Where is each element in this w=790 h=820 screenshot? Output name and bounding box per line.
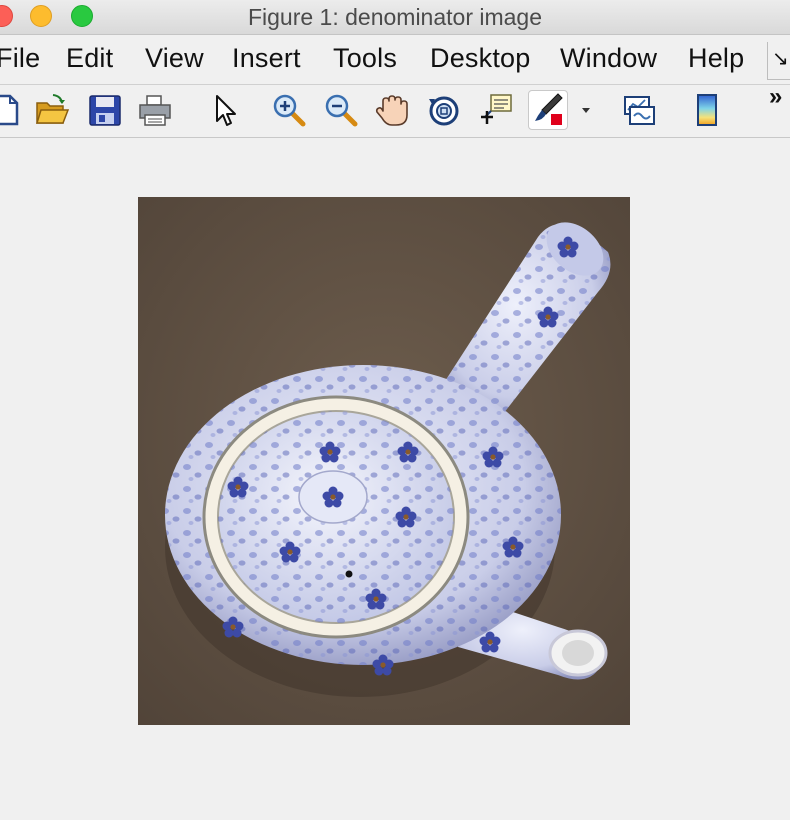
insert-colorbar-icon: [697, 94, 717, 126]
save-button[interactable]: [86, 91, 124, 129]
menu-view[interactable]: View: [145, 43, 204, 74]
menu-tools[interactable]: Tools: [333, 43, 397, 74]
teapot-image[interactable]: [138, 197, 630, 725]
menu-edit[interactable]: Edit: [66, 43, 113, 74]
zoom-in-button[interactable]: [270, 91, 308, 129]
zoom-out-icon: [325, 94, 358, 127]
rotate-3d-button[interactable]: [425, 91, 463, 129]
zoom-in-icon: [273, 94, 306, 127]
link-plot-icon: [624, 96, 655, 125]
insert-colorbar-button[interactable]: [688, 91, 726, 129]
zoom-out-button[interactable]: [322, 91, 360, 129]
rotate-3d-icon: [429, 96, 459, 126]
toolbar-overflow-chevron[interactable]: »: [769, 83, 782, 111]
menu-help[interactable]: Help: [688, 43, 744, 74]
new-figure-icon: [0, 94, 19, 126]
menu-insert[interactable]: Insert: [232, 43, 301, 74]
data-cursor-button[interactable]: [477, 91, 515, 129]
dock-figure-button[interactable]: ↘: [767, 42, 790, 80]
brush-button[interactable]: [528, 90, 568, 130]
dock-arrow-icon: ↘: [772, 48, 789, 70]
link-plot-button[interactable]: [620, 91, 658, 129]
window-title: Figure 1: denominator image: [247, 4, 543, 30]
brush-dropdown-button[interactable]: [576, 91, 596, 129]
edit-plot-arrow-icon: [216, 95, 236, 126]
chevron-down-icon: [582, 108, 590, 113]
edit-plot-button[interactable]: [206, 91, 244, 129]
pan-hand-icon: [375, 95, 408, 126]
menu-desktop[interactable]: Desktop: [430, 43, 530, 74]
menu-file[interactable]: File: [0, 43, 40, 74]
menu-bar: File Edit View Insert Tools Desktop Wind…: [0, 35, 790, 85]
new-figure-button[interactable]: [0, 91, 24, 129]
pan-button[interactable]: [373, 91, 411, 129]
figure-toolbar: »: [0, 83, 790, 138]
open-file-icon: [35, 94, 70, 124]
menu-window[interactable]: Window: [560, 43, 657, 74]
window-title-bar: Figure 1: denominator image: [0, 0, 790, 35]
teapot-photo: [138, 197, 630, 725]
data-cursor-icon: [481, 94, 512, 124]
print-icon: [139, 95, 171, 126]
brush-icon: [535, 93, 563, 125]
open-file-button[interactable]: [33, 91, 71, 129]
save-icon: [89, 95, 121, 126]
print-button[interactable]: [136, 91, 174, 129]
